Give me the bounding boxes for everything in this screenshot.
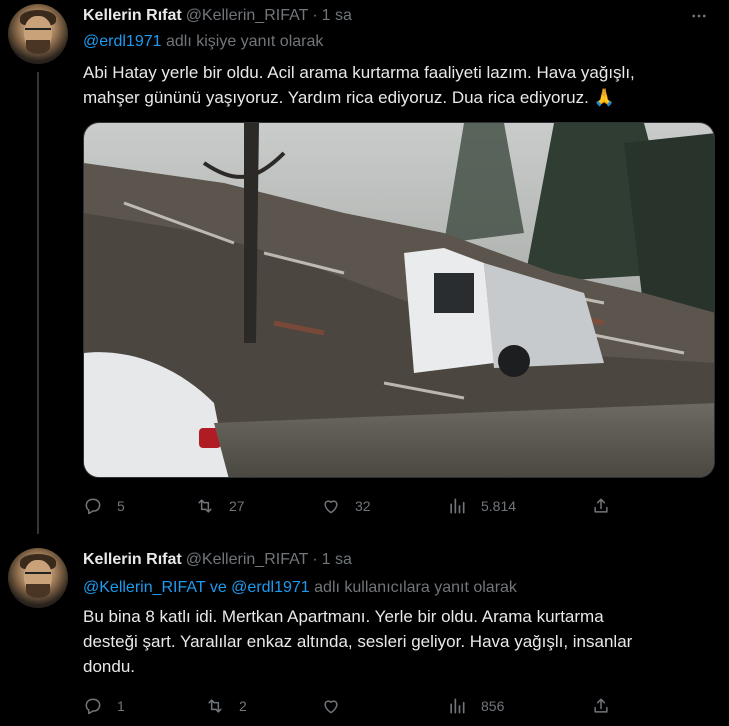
share-icon (594, 498, 608, 513)
earthquake-rubble-photo (84, 123, 714, 477)
tweet-time[interactable]: 1 sa (322, 551, 352, 569)
reply-to-label: adlı kullanıcılara yanıt olarak (314, 579, 517, 596)
reply-icon (85, 498, 101, 515)
share-button[interactable] (591, 492, 611, 520)
share-icon (594, 698, 608, 713)
reply-count: 5 (117, 498, 125, 514)
tweet-actions: 5 27 32 5.814 (83, 492, 623, 520)
retweet-button[interactable]: 27 (195, 492, 245, 520)
replying-to: @erdl1971 adlı kişiye yanıt olarak (83, 33, 323, 51)
praying-hands-emoji: 🙏 (593, 88, 615, 107)
retweet-count: 2 (239, 698, 247, 714)
heart-icon (324, 500, 338, 514)
tweet-header: Kellerin Rıfat @Kellerin_RIFAT · 1 sa (83, 6, 352, 26)
tweet-text-line: desteği şart. Yaralılar enkaz altında, s… (83, 632, 633, 651)
retweet-icon (198, 499, 212, 513)
separator-dot: · (312, 551, 318, 568)
views-icon (450, 498, 465, 514)
tweet-text-line: Abi Hatay yerle bir oldu. Acil arama kur… (83, 63, 635, 82)
author-handle[interactable]: @Kellerin_RIFAT (186, 7, 309, 25)
like-count: 32 (355, 498, 371, 514)
views-button[interactable]: 856 (447, 692, 504, 720)
views-icon (450, 698, 465, 714)
tweet-text: Bu bina 8 katlı idi. Mertkan Apartmanı. … (83, 604, 708, 679)
tweet-text-line: mahşer gününü yaşıyoruz. Yardım rica edi… (83, 88, 589, 107)
view-count: 856 (481, 698, 505, 714)
retweet-icon (208, 699, 222, 713)
heart-icon (324, 700, 338, 714)
tweet[interactable]: Kellerin Rıfat @Kellerin_RIFAT · 1 sa @K… (0, 534, 729, 726)
mention-link[interactable]: @erdl1971 (83, 33, 162, 50)
tweet-actions: 1 2 856 (83, 692, 623, 720)
mention-link[interactable]: @erdl1971 (231, 579, 310, 596)
thread-line (37, 72, 39, 534)
avatar[interactable] (8, 4, 68, 64)
author-name[interactable]: Kellerin Rıfat (83, 7, 182, 25)
separator-dot: · (312, 7, 318, 24)
mention-link[interactable]: @Kellerin_RIFAT (83, 579, 205, 596)
reply-button[interactable]: 1 (83, 692, 125, 720)
avatar[interactable] (8, 548, 68, 608)
like-button[interactable] (321, 692, 341, 720)
retweet-button[interactable]: 2 (205, 692, 247, 720)
reply-icon (85, 698, 101, 715)
tweet-header: Kellerin Rıfat @Kellerin_RIFAT · 1 sa (83, 550, 352, 570)
tweet-text-line: Bu bina 8 katlı idi. Mertkan Apartmanı. … (83, 607, 604, 626)
reply-count: 1 (117, 698, 125, 714)
author-name[interactable]: Kellerin Rıfat (83, 551, 182, 569)
tweet-photo[interactable] (83, 122, 715, 478)
reply-button[interactable]: 5 (83, 492, 125, 520)
tweet-time[interactable]: 1 sa (322, 7, 352, 25)
reply-to-label: adlı kişiye yanıt olarak (165, 33, 324, 50)
share-button[interactable] (591, 692, 611, 720)
view-count: 5.814 (481, 498, 517, 514)
mention-separator: ve (209, 579, 227, 596)
tweet[interactable]: Kellerin Rıfat @Kellerin_RIFAT · 1 sa @e… (0, 0, 729, 534)
views-button[interactable]: 5.814 (447, 492, 516, 520)
replying-to: @Kellerin_RIFAT ve @erdl1971 adlı kullan… (83, 579, 517, 597)
author-handle[interactable]: @Kellerin_RIFAT (186, 551, 309, 569)
tweet-text: Abi Hatay yerle bir oldu. Acil arama kur… (83, 60, 708, 110)
retweet-count: 27 (229, 498, 245, 514)
tweet-text-line: dondu. (83, 657, 135, 676)
like-button[interactable]: 32 (321, 492, 371, 520)
more-icon[interactable] (689, 6, 709, 26)
